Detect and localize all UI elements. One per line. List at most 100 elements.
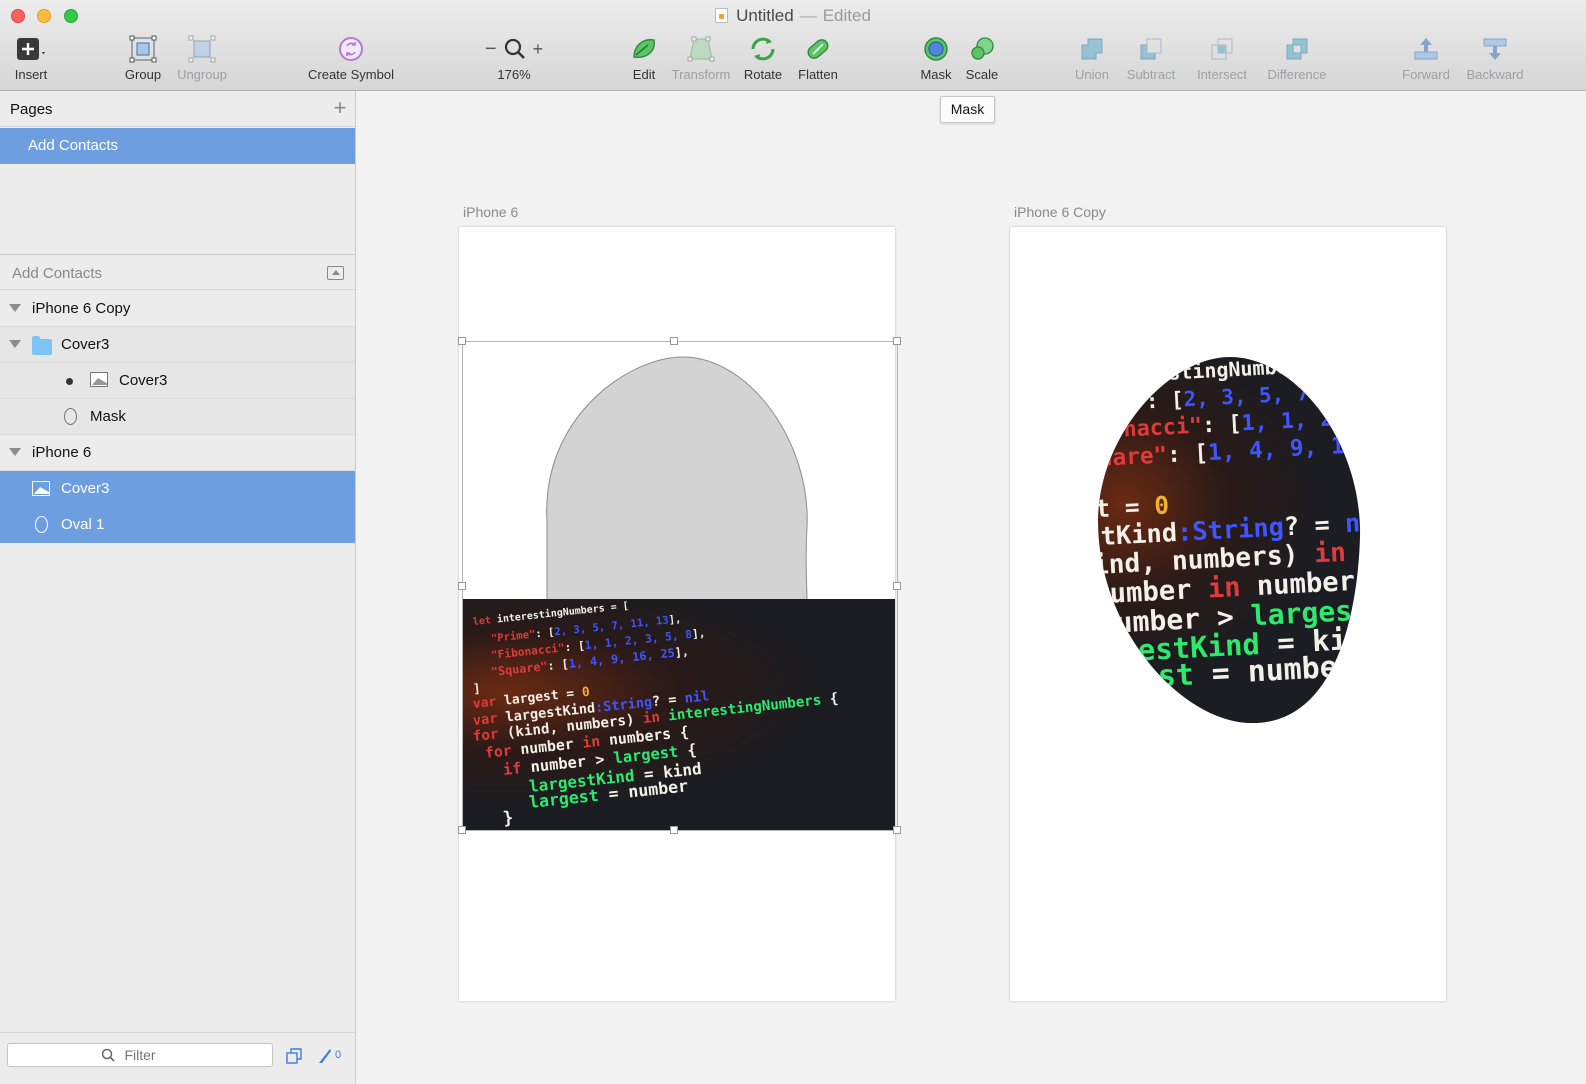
layers-sidebar: Pages + Add Contacts Add Contacts iPhone… (0, 91, 356, 1084)
resize-handle[interactable] (893, 582, 901, 590)
image-icon (90, 372, 108, 387)
subtract-label: Subtract (1126, 67, 1176, 82)
layer-label: iPhone 6 (32, 444, 92, 461)
code-token: ], (668, 613, 682, 627)
code-token: "Prime" (490, 628, 537, 645)
code-token: { (820, 690, 840, 709)
code-token: largest (1098, 657, 1195, 699)
zoom-level: 176% (497, 67, 531, 82)
canvas[interactable]: iPhone 6 let interestingNumbers = ["Prim… (356, 91, 1586, 1084)
image-icon-wrap (32, 481, 50, 496)
subtract-button[interactable]: Subtract (1121, 34, 1181, 82)
pages-title: Pages (10, 101, 53, 118)
transform-button[interactable]: Transform (665, 34, 737, 82)
intersect-label: Intersect (1197, 67, 1247, 82)
scale-label: Scale (965, 67, 999, 82)
layer-group-cover3[interactable]: Cover3 (0, 327, 355, 363)
resize-handle[interactable] (458, 826, 466, 834)
code-token: ? = (1283, 508, 1346, 542)
layer-mask[interactable]: Mask (0, 399, 355, 435)
disclosure-triangle-icon[interactable] (9, 448, 21, 456)
disclosure-triangle-icon[interactable] (9, 304, 21, 312)
code-token: = [ (1311, 357, 1362, 378)
resize-handle[interactable] (670, 826, 678, 834)
code-token: : [ (534, 626, 556, 641)
filter-input[interactable] (7, 1043, 273, 1067)
add-page-icon[interactable]: + (330, 97, 350, 119)
artboard-label-iphone-6[interactable]: iPhone 6 (463, 204, 518, 220)
document-name: Untitled (736, 6, 794, 25)
mask-button[interactable]: Mask (916, 34, 956, 82)
backward-label: Backward (1466, 67, 1524, 82)
scale-button[interactable]: Scale (962, 34, 1002, 82)
zoom-icons: − + (478, 34, 550, 64)
image-icon (32, 481, 50, 496)
resize-handle[interactable] (458, 337, 466, 345)
flatten-button[interactable]: Flatten (793, 34, 843, 82)
send-backward-icon (1461, 34, 1529, 64)
symbol-icon (302, 34, 400, 64)
page-item-add-contacts[interactable]: Add Contacts (0, 128, 355, 164)
disclosure-triangle-icon[interactable] (9, 340, 21, 348)
group-icon (121, 34, 165, 64)
union-button[interactable]: Union (1071, 34, 1113, 82)
rotate-icon (740, 34, 786, 64)
resize-handle[interactable] (670, 337, 678, 345)
forward-button[interactable]: Forward (1398, 34, 1454, 82)
code-token: : [ (1145, 387, 1185, 414)
resize-handle[interactable] (893, 337, 901, 345)
slice-knife-icon[interactable] (317, 1047, 333, 1065)
bring-forward-icon (1398, 34, 1454, 64)
toolbar: Untitled — Edited Insert Group Ungroup Cre… (0, 0, 1586, 91)
difference-button[interactable]: Difference (1260, 34, 1334, 82)
artboard-iphone-6-copy[interactable]: let interestingNumbers = ["Prime": [2, 3… (1010, 227, 1446, 1001)
backward-button[interactable]: Backward (1461, 34, 1529, 82)
ungroup-button[interactable]: Ungroup (173, 34, 231, 82)
copy-layers-icon[interactable] (286, 1048, 302, 1064)
zoom-in-icon[interactable]: + (533, 39, 544, 60)
resize-handle[interactable] (893, 826, 901, 834)
oval-icon (35, 516, 48, 533)
layer-oval-1-selected[interactable]: Oval 1 (0, 507, 355, 543)
collapse-layers-icon[interactable] (327, 266, 344, 280)
oval-icon-wrap (35, 516, 48, 533)
insert-label: Insert (14, 67, 48, 82)
resize-handle[interactable] (458, 582, 466, 590)
code-token: in (642, 708, 670, 728)
code-token: in (581, 732, 610, 752)
cover3-image[interactable]: let interestingNumbers = ["Prime": [2, 3… (463, 599, 895, 831)
mask-label: Mask (920, 67, 952, 82)
create-symbol-button[interactable]: Create Symbol (302, 34, 400, 82)
intersect-button[interactable]: Intersect (1191, 34, 1253, 82)
code-token: ], (691, 626, 707, 641)
edit-icon (627, 34, 661, 64)
code-token: : [ (546, 656, 570, 674)
layer-artboard-iphone-6[interactable]: iPhone 6 (0, 435, 355, 471)
code-token: "Square" (490, 659, 549, 679)
scale-icon (962, 34, 1002, 64)
forward-label: Forward (1402, 67, 1450, 82)
difference-label: Difference (1267, 67, 1327, 82)
edit-button[interactable]: Edit (627, 34, 661, 82)
layers-header: Add Contacts (0, 255, 355, 290)
layer-image-cover3-selected[interactable]: Cover3 (0, 471, 355, 507)
transform-label: Transform (671, 67, 731, 82)
code-token: : [ (1166, 440, 1209, 469)
difference-icon (1260, 34, 1334, 64)
masked-cover3-image[interactable]: let interestingNumbers = ["Prime": [2, 3… (1098, 357, 1362, 723)
layer-image-cover3-masked[interactable]: Cover3 (0, 363, 355, 399)
rotate-button[interactable]: Rotate (740, 34, 786, 82)
code-line: largest = number (1098, 649, 1356, 699)
code-token: 0 (1153, 490, 1170, 521)
group-button[interactable]: Group (121, 34, 165, 82)
layer-artboard-iphone-6-copy[interactable]: iPhone 6 Copy (0, 291, 355, 327)
code-token: } (501, 807, 515, 829)
flatten-icon (793, 34, 843, 64)
code-token: = number (1192, 648, 1357, 693)
insert-button[interactable]: Insert (10, 34, 52, 82)
artboard-label-iphone-6-copy[interactable]: iPhone 6 Copy (1014, 204, 1106, 220)
mask-tooltip: Mask (940, 96, 995, 123)
search-icon (101, 1048, 115, 1062)
window-title: Untitled — Edited (0, 6, 1586, 26)
zoom-out-icon[interactable]: − (485, 38, 497, 61)
